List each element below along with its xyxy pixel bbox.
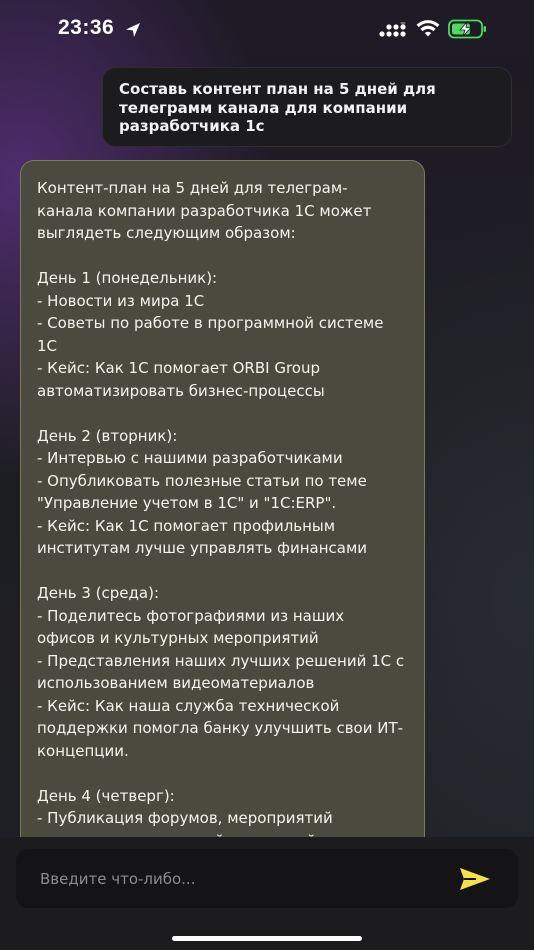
- composer-area: [0, 837, 534, 950]
- battery-charging-icon: [448, 19, 486, 39]
- status-time: 23:36: [58, 16, 115, 39]
- wifi-icon: [416, 20, 440, 37]
- status-bar: 23:36: [0, 0, 534, 60]
- message-input[interactable]: [40, 849, 440, 908]
- signal-bars-icon: [379, 22, 406, 37]
- location-arrow-icon: [126, 23, 140, 37]
- user-message-text: Составь контент план на 5 дней для телег…: [119, 80, 436, 135]
- send-button[interactable]: [456, 863, 496, 895]
- chat-screen: 23:36 Составь контент план на 5 дней для…: [0, 0, 534, 950]
- user-message-bubble: Составь контент план на 5 дней для телег…: [102, 67, 512, 147]
- assistant-message-text: Контент-план на 5 дней для телеграм- кан…: [37, 179, 405, 850]
- assistant-message-bubble: Контент-план на 5 дней для телеграм- кан…: [20, 160, 425, 860]
- home-indicator[interactable]: [172, 936, 362, 941]
- send-icon: [460, 868, 490, 890]
- composer-bar: [16, 849, 518, 908]
